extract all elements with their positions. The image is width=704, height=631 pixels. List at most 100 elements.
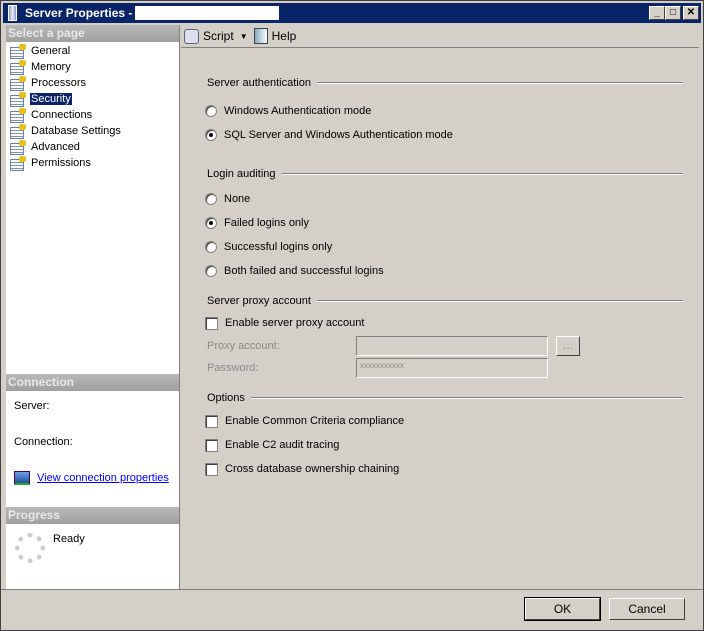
sidebar-item-database-settings[interactable]: Database Settings <box>10 123 122 139</box>
toolbar: Script ▼ Help <box>181 25 699 48</box>
audit-radio-2[interactable]: Successful logins only <box>205 240 332 254</box>
checkbox-label: Enable server proxy account <box>225 317 365 329</box>
checkbox-label: Enable Common Criteria compliance <box>225 415 405 427</box>
audit-radio-0[interactable]: None <box>205 192 250 206</box>
sidebar-item-security[interactable]: Security <box>10 91 72 107</box>
connection-properties-icon <box>14 471 30 485</box>
checkbox[interactable] <box>205 414 218 428</box>
checkbox-label: Cross database ownership chaining <box>225 463 400 475</box>
connection-label: Connection: <box>14 436 73 448</box>
script-label: Script <box>203 29 234 43</box>
help-button[interactable]: Help <box>253 28 297 44</box>
window-title: Server Properties - <box>25 6 133 20</box>
password-input[interactable]: xxxxxxxxxxx <box>356 358 548 378</box>
security-page: Script ▼ Help Server authentication Wind… <box>181 25 699 589</box>
password-label: Password: <box>207 362 259 374</box>
help-icon <box>253 28 268 44</box>
radio-button[interactable] <box>205 265 217 277</box>
proxy-account-label: Proxy account: <box>207 340 280 352</box>
option-checkbox-1[interactable]: Enable C2 audit tracing <box>205 438 339 452</box>
page-icon <box>10 44 26 59</box>
help-label: Help <box>271 29 297 43</box>
radio-button[interactable] <box>205 217 217 229</box>
sidebar-item-label: Processors <box>31 76 87 89</box>
page-icon <box>10 124 26 139</box>
sidebar-item-label: Database Settings <box>31 124 121 137</box>
title-bar: Server Properties - _ □ ✕ <box>3 3 701 23</box>
group-label: Server authentication <box>207 77 311 89</box>
sidebar-item-general[interactable]: General <box>10 43 71 59</box>
checkbox-label: Enable C2 audit tracing <box>225 439 340 451</box>
auth-radio-0[interactable]: Windows Authentication mode <box>205 104 371 118</box>
radio-button[interactable] <box>205 105 217 117</box>
page-icon <box>10 140 26 155</box>
radio-button[interactable] <box>205 193 217 205</box>
auth-radio-1[interactable]: SQL Server and Windows Authentication mo… <box>205 128 453 142</box>
select-page-header: Select a page <box>6 25 179 42</box>
sidebar-item-label: Permissions <box>31 156 91 169</box>
divider <box>316 300 683 302</box>
option-checkbox-0[interactable]: Enable Common Criteria compliance <box>205 414 404 428</box>
sidebar-item-label: Connections <box>31 108 93 121</box>
group-label: Login auditing <box>207 168 276 180</box>
sidebar-item-label: General <box>31 44 71 57</box>
sidebar-item-connections[interactable]: Connections <box>10 107 93 123</box>
sidebar-item-label: Security <box>30 92 72 105</box>
sidebar-item-advanced[interactable]: Advanced <box>10 139 81 155</box>
ok-button[interactable]: OK <box>525 598 600 620</box>
redacted-server-name <box>135 6 279 20</box>
page-icon <box>10 108 26 123</box>
server-properties-dialog: Server Properties - _ □ ✕ Select a page … <box>0 0 704 631</box>
audit-radio-1[interactable]: Failed logins only <box>205 216 309 230</box>
option-checkbox-2[interactable]: Cross database ownership chaining <box>205 462 399 476</box>
radio-label: Windows Authentication mode <box>224 105 372 117</box>
checkbox[interactable] <box>205 462 218 476</box>
options-group: Options <box>207 392 683 404</box>
divider <box>250 397 683 399</box>
minimize-icon[interactable]: _ <box>649 6 665 20</box>
progress-status: Ready <box>53 533 85 545</box>
radio-label: Successful logins only <box>224 241 333 253</box>
radio-label: None <box>224 193 251 205</box>
radio-button[interactable] <box>205 241 217 253</box>
divider <box>281 173 683 175</box>
sidebar-item-permissions[interactable]: Permissions <box>10 155 92 171</box>
connection-header: Connection <box>6 374 179 391</box>
sidebar-item-label: Advanced <box>31 140 80 153</box>
page-icon <box>10 60 26 75</box>
checkbox[interactable] <box>205 316 218 330</box>
login-auditing-group: Login auditing <box>207 168 683 180</box>
divider <box>316 82 683 84</box>
left-pane: Select a page General Memory Processors Sec… <box>6 25 180 589</box>
audit-radio-3[interactable]: Both failed and successful logins <box>205 264 384 278</box>
proxy-account-input[interactable] <box>356 336 548 356</box>
view-connection-properties-link[interactable]: View connection properties <box>37 472 169 484</box>
close-icon[interactable]: ✕ <box>683 6 699 20</box>
radio-button[interactable] <box>205 129 217 141</box>
radio-label: Failed logins only <box>224 217 309 229</box>
server-authentication-group: Server authentication <box>207 77 683 89</box>
sidebar-item-label: Memory <box>31 60 71 73</box>
divider <box>1 589 703 590</box>
checkbox[interactable] <box>205 438 218 452</box>
server-label: Server: <box>14 400 50 412</box>
page-icon <box>10 92 26 107</box>
enable-proxy-checkbox[interactable]: Enable server proxy account <box>205 316 364 330</box>
radio-label: SQL Server and Windows Authentication mo… <box>224 129 453 141</box>
maximize-icon[interactable]: □ <box>665 6 681 20</box>
group-label: Options <box>207 392 245 404</box>
page-icon <box>10 156 26 171</box>
group-label: Server proxy account <box>207 295 311 307</box>
page-icon <box>10 76 26 91</box>
server-icon <box>8 5 17 21</box>
dropdown-arrow-icon[interactable]: ▼ <box>240 32 248 41</box>
radio-label: Both failed and successful logins <box>224 265 384 277</box>
browse-proxy-button[interactable]: ... <box>556 336 580 356</box>
script-button[interactable]: Script ▼ <box>184 28 254 44</box>
progress-spinner-icon <box>15 533 45 563</box>
script-icon <box>184 28 199 44</box>
sidebar-item-memory[interactable]: Memory <box>10 59 72 75</box>
cancel-button[interactable]: Cancel <box>609 598 685 620</box>
progress-header: Progress <box>6 507 179 524</box>
sidebar-item-processors[interactable]: Processors <box>10 75 87 91</box>
